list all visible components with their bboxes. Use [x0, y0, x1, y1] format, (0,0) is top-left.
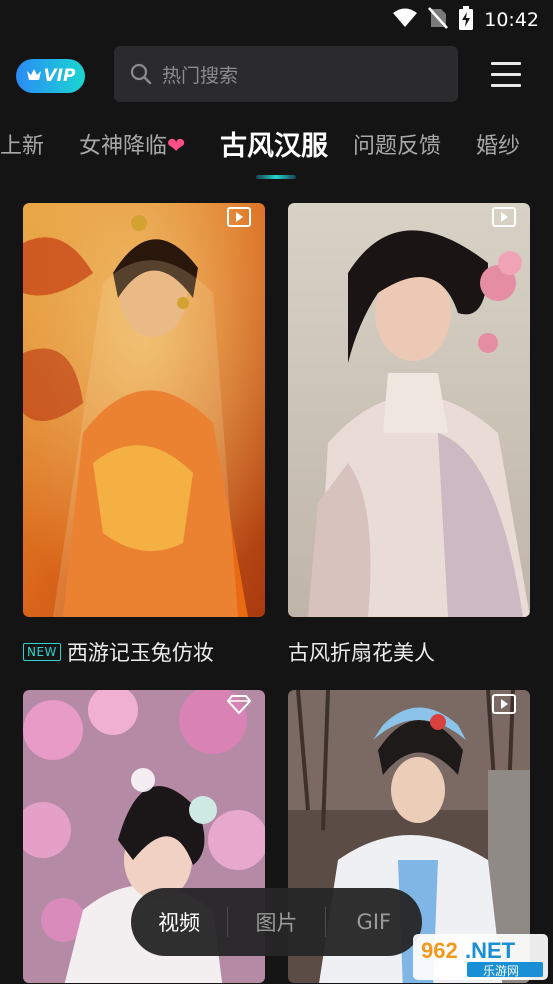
category-tabs: 上新 女神降临❤ 古风汉服 问题反馈 婚纱	[0, 128, 553, 178]
status-bar: 10:42	[0, 0, 553, 38]
media-type-switcher: 视频 图片 GIF	[131, 888, 422, 956]
tab-goddess-label: 女神降临	[79, 134, 168, 159]
video-play-icon	[227, 207, 251, 227]
wallpaper-thumbnail[interactable]	[23, 203, 265, 617]
crown-icon	[26, 66, 42, 86]
search-input[interactable]: 热门搜索	[114, 46, 458, 102]
battery-charging-icon	[458, 6, 474, 34]
wifi-icon	[392, 8, 418, 32]
new-badge: NEW	[23, 643, 61, 661]
hamburger-menu-icon[interactable]	[491, 62, 521, 88]
card-title: 西游记玉兔仿妆	[66, 641, 214, 665]
header: VIP 热门搜索	[0, 44, 553, 106]
card-caption: 古风折扇花美人	[288, 637, 435, 667]
video-play-icon	[492, 694, 516, 714]
vip-label: VIP	[43, 66, 76, 86]
tab-wedding[interactable]: 婚纱	[476, 128, 520, 160]
search-placeholder: 热门搜索	[162, 64, 239, 87]
site-watermark: 962 .NET 乐游网	[413, 934, 548, 980]
status-time: 10:42	[484, 9, 539, 31]
active-tab-indicator	[256, 175, 296, 179]
tab-image[interactable]: 图片	[228, 907, 324, 937]
tab-new[interactable]: 上新	[0, 128, 44, 160]
tab-gif[interactable]: GIF	[326, 910, 422, 934]
status-icons: 10:42	[392, 6, 539, 34]
wallpaper-thumbnail[interactable]	[288, 203, 530, 617]
svg-text:962: 962	[421, 938, 458, 963]
no-sim-icon	[428, 7, 449, 33]
svg-text:乐游网: 乐游网	[483, 964, 519, 978]
tab-feedback[interactable]: 问题反馈	[353, 128, 441, 160]
diamond-icon	[226, 694, 252, 715]
tab-hanfu[interactable]: 古风汉服	[220, 128, 328, 163]
vip-button[interactable]: VIP	[16, 59, 85, 93]
svg-text:.NET: .NET	[465, 938, 516, 963]
video-play-icon	[492, 207, 516, 227]
card-caption: NEW 西游记玉兔仿妆	[23, 637, 214, 667]
search-icon	[130, 63, 152, 85]
wallpaper-card[interactable]: 古风折扇花美人	[288, 203, 530, 673]
card-title: 古风折扇花美人	[288, 641, 435, 665]
tab-video[interactable]: 视频	[131, 907, 227, 937]
wallpaper-card[interactable]: NEW 西游记玉兔仿妆	[23, 203, 265, 673]
heart-icon: ❤	[167, 134, 186, 159]
tab-goddess[interactable]: 女神降临❤	[79, 128, 185, 160]
